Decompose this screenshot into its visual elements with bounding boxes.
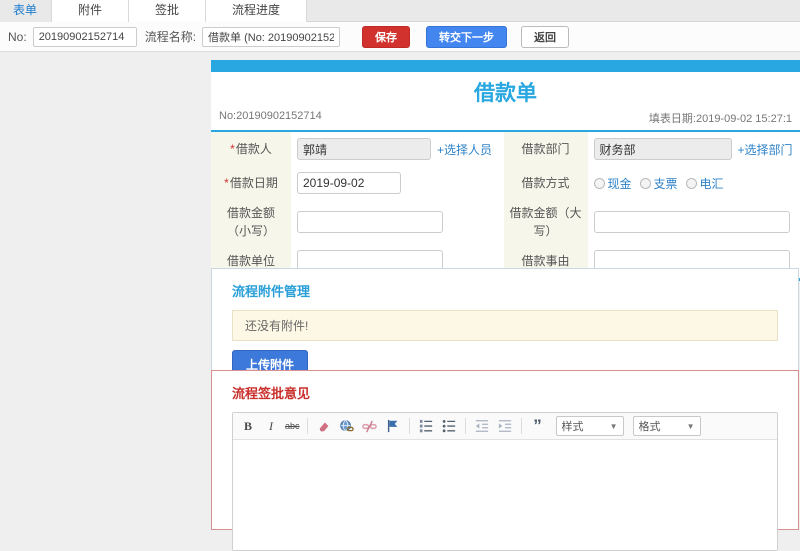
tab-attachments[interactable]: 附件 <box>51 0 129 22</box>
format-dropdown[interactable]: 格式 ▼ <box>633 416 701 436</box>
date-label: *借款日期 <box>211 166 291 200</box>
required-mark: * <box>224 176 229 190</box>
radio-icon[interactable] <box>686 178 697 189</box>
department-cell: +选择部门 <box>588 132 800 166</box>
process-name-input[interactable] <box>202 27 340 47</box>
amount-upper-label: 借款金额（大写） <box>504 200 588 244</box>
remove-format-icon[interactable] <box>315 417 333 435</box>
link-icon[interactable] <box>338 417 356 435</box>
no-attachments-message: 还没有附件! <box>232 310 778 341</box>
italic-icon[interactable]: I <box>262 417 280 435</box>
action-toolbar: No: 流程名称: 保存 转交下一步 返回 <box>0 22 800 52</box>
editor-content-area[interactable] <box>233 440 777 550</box>
tab-approval[interactable]: 签批 <box>128 0 206 22</box>
fill-date: 填表日期:2019-09-02 15:27:1 <box>649 110 792 126</box>
radio-wire-transfer[interactable]: 电汇 <box>686 175 724 192</box>
attachments-heading: 流程附件管理 <box>232 281 778 300</box>
required-mark: * <box>230 142 235 156</box>
radio-cash[interactable]: 现金 <box>594 175 632 192</box>
amount-lower-label: 借款金额（小写） <box>211 200 291 244</box>
select-person-link[interactable]: +选择人员 <box>437 141 492 158</box>
select-department-link[interactable]: +选择部门 <box>738 141 793 158</box>
borrower-label: *借款人 <box>211 132 291 166</box>
method-cell: 现金 支票 电汇 <box>588 166 800 200</box>
loan-method-radio-group: 现金 支票 电汇 <box>594 175 724 192</box>
tab-bar: 表单 附件 签批 流程进度 <box>0 0 800 22</box>
radio-check[interactable]: 支票 <box>640 175 678 192</box>
form-subheader: No:20190902152714 填表日期:2019-09-02 15:27:… <box>211 110 800 130</box>
radio-icon[interactable] <box>640 178 651 189</box>
method-label: 借款方式 <box>504 166 588 200</box>
tab-process-progress[interactable]: 流程进度 <box>205 0 307 22</box>
bullet-list-icon[interactable] <box>440 417 458 435</box>
department-label: 借款部门 <box>504 132 588 166</box>
date-cell <box>291 166 504 200</box>
bold-icon[interactable]: B <box>239 417 257 435</box>
borrower-input[interactable] <box>297 138 431 160</box>
form-title: 借款单 <box>211 72 800 110</box>
amount-uppercase-input[interactable] <box>594 211 790 233</box>
save-button[interactable]: 保存 <box>362 26 410 48</box>
tab-form[interactable]: 表单 <box>0 0 52 22</box>
toolbar-separator <box>409 418 410 434</box>
borrower-cell: +选择人员 <box>291 132 504 166</box>
toolbar-separator <box>307 418 308 434</box>
blockquote-icon[interactable]: ” <box>529 417 547 435</box>
department-input[interactable] <box>594 138 732 160</box>
chevron-down-icon: ▼ <box>687 422 695 431</box>
no-label: No: <box>8 30 27 44</box>
no-input[interactable] <box>33 27 137 47</box>
amount-upper-cell <box>588 200 800 244</box>
rich-text-editor: B I abc <box>232 412 778 551</box>
loan-form-card: 借款单 No:20190902152714 填表日期:2019-09-02 15… <box>211 60 800 281</box>
approval-section: 流程签批意见 B I abc <box>211 370 799 530</box>
toolbar-separator <box>521 418 522 434</box>
indent-icon[interactable] <box>496 417 514 435</box>
editor-toolbar: B I abc <box>233 413 777 440</box>
back-button[interactable]: 返回 <box>521 26 569 48</box>
form-grid: *借款人 +选择人员 借款部门 +选择部门 *借款日期 借款方式 现金 <box>211 130 800 281</box>
amount-lower-cell <box>291 200 504 244</box>
doc-number: No:20190902152714 <box>219 110 322 126</box>
style-dropdown[interactable]: 样式 ▼ <box>556 416 624 436</box>
unlink-icon[interactable] <box>361 417 379 435</box>
amount-lowercase-input[interactable] <box>297 211 443 233</box>
strikethrough-icon[interactable]: abc <box>285 417 300 435</box>
numbered-list-icon[interactable] <box>417 417 435 435</box>
toolbar-separator <box>465 418 466 434</box>
approval-heading: 流程签批意见 <box>232 383 778 402</box>
chevron-down-icon: ▼ <box>610 422 618 431</box>
outdent-icon[interactable] <box>473 417 491 435</box>
card-top-bar <box>211 60 800 72</box>
process-name-label: 流程名称: <box>145 28 196 45</box>
radio-icon[interactable] <box>594 178 605 189</box>
forward-next-step-button[interactable]: 转交下一步 <box>426 26 507 48</box>
anchor-flag-icon[interactable] <box>384 417 402 435</box>
loan-date-input[interactable] <box>297 172 401 194</box>
